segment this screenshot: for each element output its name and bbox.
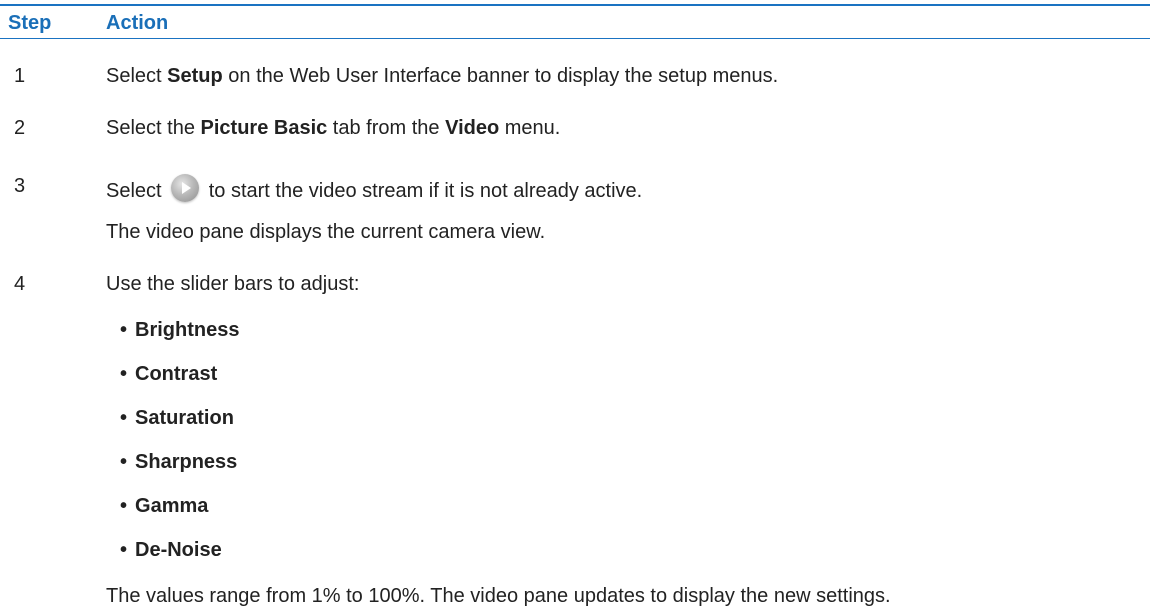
step-action-text: Select to start the video stream if it i… xyxy=(106,174,642,203)
header-step: Step xyxy=(8,12,52,34)
header-action: Action xyxy=(106,12,169,34)
list-item: • Brightness xyxy=(120,319,240,341)
list-item: • Saturation xyxy=(120,407,234,429)
step-action-text: Use the slider bars to adjust: xyxy=(106,273,360,295)
text-segment: Select xyxy=(106,180,168,202)
step-number: 4 xyxy=(14,273,26,295)
play-icon xyxy=(171,174,200,202)
list-item: • Sharpness xyxy=(120,451,238,473)
step-number: 1 xyxy=(14,65,26,87)
step-number: 2 xyxy=(14,117,26,139)
procedure-table: Step Action 1 Select Setup on the Web Us… xyxy=(0,0,1150,609)
list-item: • De-Noise xyxy=(120,539,222,561)
step-note: The values range from 1% to 100%. The vi… xyxy=(106,585,891,607)
text-segment: tab from the xyxy=(327,117,446,139)
setting-name: Contrast xyxy=(135,363,218,385)
ui-term-video: Video xyxy=(445,117,500,139)
text-segment: menu. xyxy=(499,117,561,139)
text-segment: Select the xyxy=(106,117,201,139)
list-item: • Gamma xyxy=(120,495,209,517)
ui-term-setup: Setup xyxy=(167,65,223,87)
step-number: 3 xyxy=(14,175,26,197)
setting-name: Brightness xyxy=(135,319,240,341)
text-segment: to start the video stream if it is not a… xyxy=(203,180,643,202)
setting-name: Sharpness xyxy=(135,451,238,473)
text-segment: Select xyxy=(106,65,168,87)
setting-name: Saturation xyxy=(135,407,234,429)
step-action-text: Select the Picture Basic tab from the Vi… xyxy=(106,116,560,140)
table-header: Step Action xyxy=(0,4,1150,39)
step-action-text: Select Setup on the Web User Interface b… xyxy=(106,64,778,88)
text-segment: on the Web User Interface banner to disp… xyxy=(222,65,779,87)
setting-name: Gamma xyxy=(135,495,209,517)
step-note: The video pane displays the current came… xyxy=(106,221,546,243)
ui-term-picture-basic: Picture Basic xyxy=(200,117,328,139)
list-item: • Contrast xyxy=(120,363,218,385)
setting-name: De-Noise xyxy=(135,539,222,561)
